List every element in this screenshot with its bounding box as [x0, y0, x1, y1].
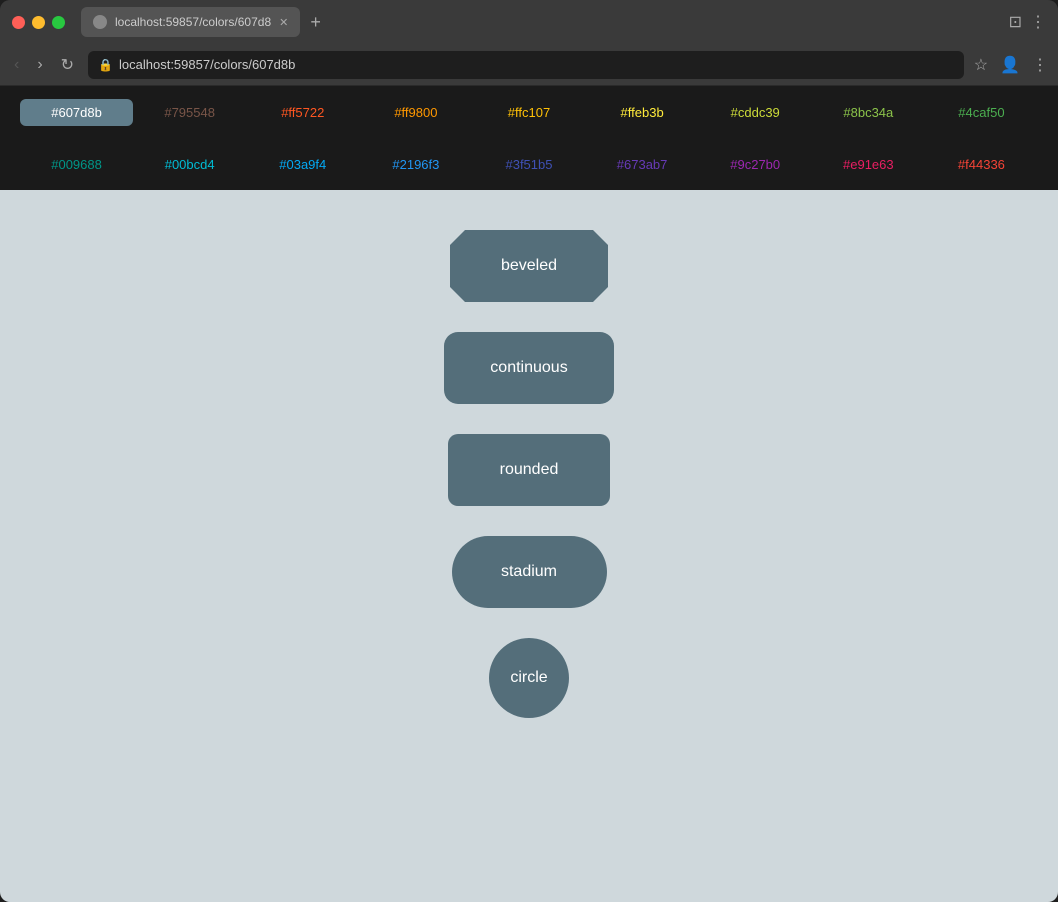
color-chip[interactable]: #673ab7 — [586, 151, 699, 178]
minimize-button[interactable] — [32, 16, 45, 29]
color-chip[interactable]: #00bcd4 — [133, 151, 246, 178]
browser-window: localhost:59857/colors/607d8 ✕ + ⊡ ⋮ ‹ ›… — [0, 0, 1058, 902]
color-chip[interactable]: #ff5722 — [246, 99, 359, 126]
color-chip[interactable]: #e91e63 — [812, 151, 925, 178]
color-chip[interactable]: #ffeb3b — [586, 99, 699, 126]
shape-item-continuous: continuous — [444, 332, 614, 404]
color-chip[interactable]: #ffc107 — [472, 99, 585, 126]
shape-item-circle: circle — [489, 638, 569, 718]
main-content: beveled continuous rounded stadium circle — [0, 190, 1058, 902]
color-chip[interactable]: #cddc39 — [699, 99, 812, 126]
back-button[interactable]: ‹ — [10, 54, 23, 76]
tab-favicon — [93, 15, 107, 29]
palette-row-2: #009688#00bcd4#03a9f4#2196f3#3f51b5#673a… — [0, 138, 1058, 190]
shape-button-stadium[interactable]: stadium — [452, 536, 607, 608]
profile-icon[interactable]: 👤 — [1000, 55, 1020, 75]
reload-button[interactable]: ↻ — [57, 53, 78, 77]
color-chip[interactable]: #607d8b — [20, 99, 133, 126]
palette-bar: #607d8b#795548#ff5722#ff9800#ffc107#ffeb… — [0, 86, 1058, 190]
traffic-lights — [12, 16, 65, 29]
color-chip[interactable]: #2196f3 — [359, 151, 472, 178]
color-chip[interactable]: #4caf50 — [925, 99, 1038, 126]
address-bar: ‹ › ↻ 🔒 localhost:59857/colors/607d8b ☆ … — [0, 44, 1058, 86]
shape-button-beveled[interactable]: beveled — [450, 230, 608, 302]
color-chip[interactable]: #ff9800 — [359, 99, 472, 126]
tab-close-button[interactable]: ✕ — [279, 16, 288, 29]
menu-icon[interactable]: ⋮ — [1032, 55, 1048, 75]
cast-icon[interactable]: ⊡ — [1009, 12, 1022, 32]
fullscreen-button[interactable] — [52, 16, 65, 29]
shape-item-rounded: rounded — [448, 434, 610, 506]
lock-icon: 🔒 — [98, 58, 113, 72]
color-chip[interactable]: #3f51b5 — [472, 151, 585, 178]
active-tab[interactable]: localhost:59857/colors/607d8 ✕ — [81, 7, 300, 37]
shape-item-stadium: stadium — [452, 536, 607, 608]
tab-label: localhost:59857/colors/607d8 — [115, 15, 271, 29]
palette-row-1: #607d8b#795548#ff5722#ff9800#ffc107#ffeb… — [0, 86, 1058, 138]
color-chip[interactable]: #9c27b0 — [699, 151, 812, 178]
color-chip[interactable]: #f44336 — [925, 151, 1038, 178]
address-actions: ☆ 👤 ⋮ — [974, 55, 1048, 75]
color-chip[interactable]: #03a9f4 — [246, 151, 359, 178]
new-tab-button[interactable]: + — [306, 12, 325, 33]
color-chip[interactable]: #8bc34a — [812, 99, 925, 126]
url-text: localhost:59857/colors/607d8b — [119, 57, 295, 72]
title-bar: localhost:59857/colors/607d8 ✕ + ⊡ ⋮ — [0, 0, 1058, 44]
shape-button-circle[interactable]: circle — [489, 638, 569, 718]
bookmark-icon[interactable]: ☆ — [974, 55, 988, 75]
color-chip[interactable]: #795548 — [133, 99, 246, 126]
more-options-icon[interactable]: ⋮ — [1030, 12, 1046, 32]
forward-button[interactable]: › — [33, 54, 46, 76]
close-button[interactable] — [12, 16, 25, 29]
browser-actions: ⊡ ⋮ — [1009, 12, 1046, 32]
shape-button-rounded[interactable]: rounded — [448, 434, 610, 506]
address-input[interactable]: 🔒 localhost:59857/colors/607d8b — [88, 51, 964, 79]
tab-bar: localhost:59857/colors/607d8 ✕ + — [81, 7, 1001, 37]
shape-item-beveled: beveled — [450, 230, 608, 302]
color-chip[interactable]: #009688 — [20, 151, 133, 178]
shape-button-continuous[interactable]: continuous — [444, 332, 614, 404]
